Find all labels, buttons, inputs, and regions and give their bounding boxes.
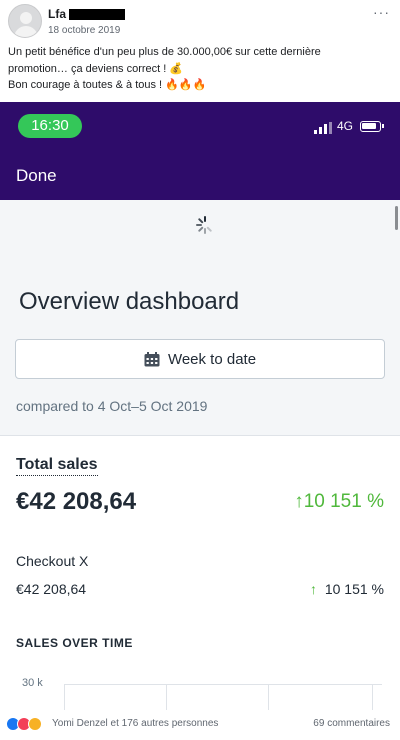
checkout-change-value: 10 151 % bbox=[324, 581, 384, 597]
post-text: Un petit bénéfice d'un peu plus de 30.00… bbox=[8, 44, 394, 94]
post-date[interactable]: 18 octobre 2019 bbox=[48, 25, 120, 36]
sales-card: Total sales €42 208,64 ↑10 151 % Checkou… bbox=[0, 435, 400, 710]
calendar-icon bbox=[144, 351, 160, 366]
author-avatar[interactable] bbox=[8, 4, 42, 38]
signal-icon bbox=[314, 122, 332, 134]
sales-over-time-heading: SALES OVER TIME bbox=[16, 636, 133, 650]
arrow-up-icon: ↑ bbox=[294, 491, 304, 512]
chart-gridline-vertical bbox=[166, 684, 167, 710]
done-button[interactable]: Done bbox=[16, 166, 57, 186]
embedded-screenshot[interactable]: 16:30 4G Done Overview dashboard Week to… bbox=[0, 102, 400, 710]
redacted-name-bar bbox=[69, 8, 125, 20]
wow-reaction-icon bbox=[28, 717, 42, 731]
battery-icon bbox=[360, 121, 384, 132]
checkout-name: Checkout X bbox=[16, 553, 89, 569]
chart-axis bbox=[64, 684, 65, 710]
date-range-label: Week to date bbox=[167, 350, 257, 368]
checkout-change: ↑ 10 151 % bbox=[310, 581, 384, 597]
status-time: 16:30 bbox=[18, 114, 82, 138]
network-label: 4G bbox=[337, 119, 354, 133]
chart-gridline-vertical bbox=[372, 684, 373, 710]
author-name[interactable]: Lfa bbox=[48, 7, 125, 21]
reactions-bar: Yomi Denzel et 176 autres personnes 69 c… bbox=[0, 712, 400, 740]
post-text-line-1: Un petit bénéfice d'un peu plus de 30.00… bbox=[8, 46, 321, 58]
post-text-line-3: Bon courage à toutes & à tous ! 🔥🔥🔥 bbox=[8, 79, 207, 91]
comparison-period: compared to 4 Oct–5 Oct 2019 bbox=[16, 398, 208, 414]
chart-gridline bbox=[64, 684, 382, 685]
app-navbar: Done bbox=[0, 154, 400, 200]
arrow-up-icon: ↑ bbox=[310, 581, 318, 597]
post-text-line-2: promotion… ça deviens correct ! 💰 bbox=[8, 62, 184, 75]
ellipsis-icon[interactable]: ··· bbox=[373, 4, 390, 20]
total-sales-change-value: 10 151 % bbox=[303, 491, 384, 512]
total-sales-value: €42 208,64 bbox=[16, 488, 137, 515]
page-title: Overview dashboard bbox=[19, 288, 240, 315]
comments-count[interactable]: 69 commentaires bbox=[313, 718, 390, 729]
chart-gridline-vertical bbox=[268, 684, 269, 710]
reaction-icons[interactable] bbox=[6, 717, 42, 731]
author-name-text[interactable]: Lfa bbox=[48, 7, 66, 21]
chart-y-tick: 30 k bbox=[22, 677, 43, 689]
date-range-button[interactable]: Week to date bbox=[15, 339, 385, 379]
reactions-summary[interactable]: Yomi Denzel et 176 autres personnes bbox=[52, 718, 218, 729]
total-sales-title[interactable]: Total sales bbox=[16, 456, 98, 476]
checkout-value: €42 208,64 bbox=[16, 581, 87, 597]
scrollbar[interactable] bbox=[395, 206, 398, 230]
loading-spinner-icon bbox=[196, 216, 212, 234]
status-bar: 16:30 4G bbox=[0, 102, 400, 154]
post-header: Lfa 18 octobre 2019 ··· bbox=[0, 0, 400, 44]
total-sales-change: ↑10 151 % bbox=[294, 491, 384, 513]
